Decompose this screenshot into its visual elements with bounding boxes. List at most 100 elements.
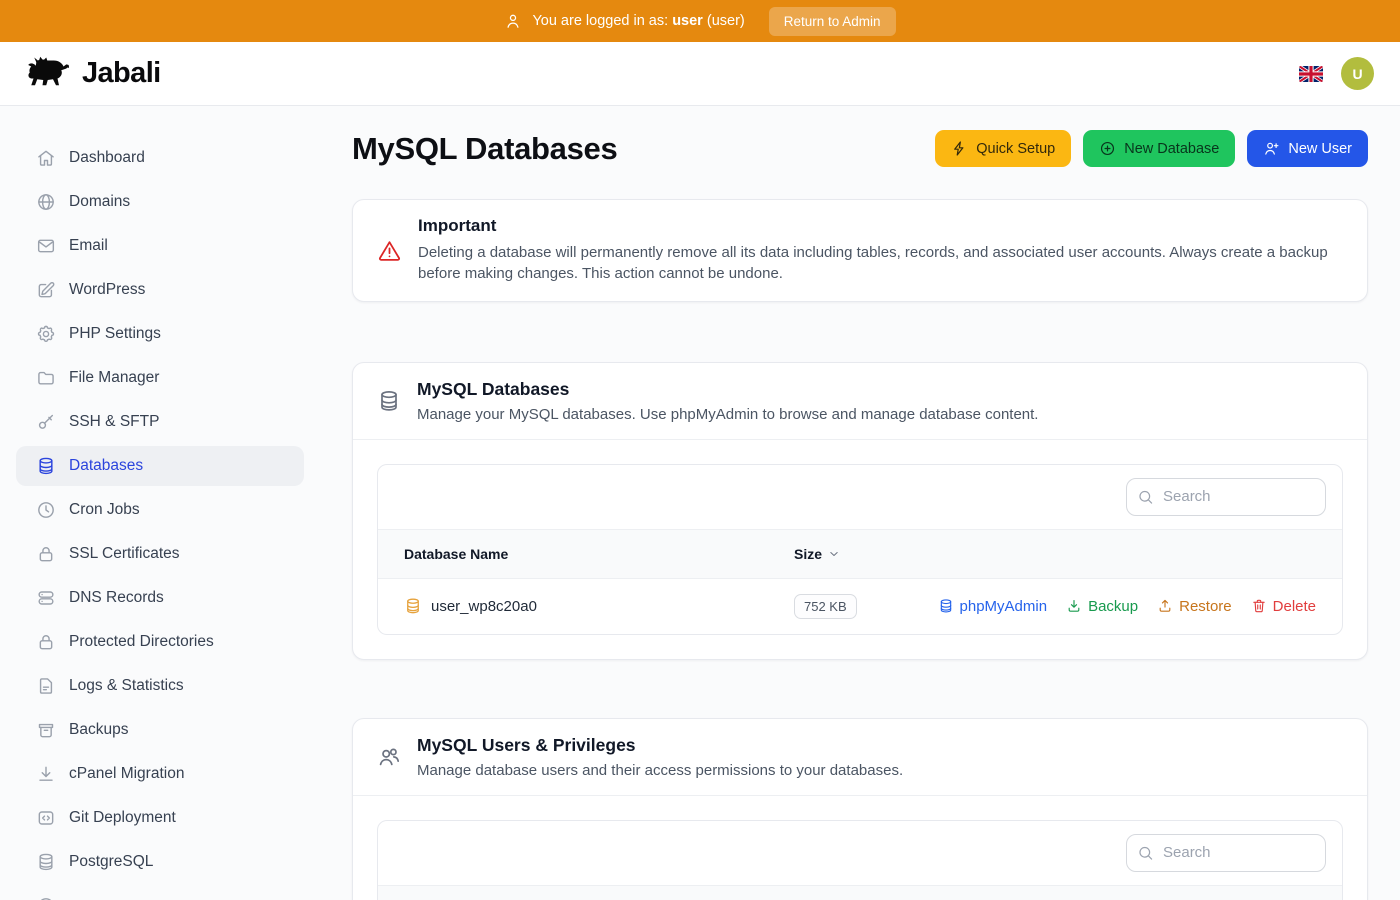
- person-icon: [504, 12, 522, 30]
- user-avatar[interactable]: U: [1341, 57, 1374, 90]
- users-search-input[interactable]: [1126, 834, 1326, 872]
- search-icon: [1137, 488, 1154, 505]
- database-table-row: user_wp8c20a0 752 KB phpMyAdmin Backup Resto…: [378, 579, 1342, 634]
- database-section-icon: [377, 389, 401, 413]
- database-icon: [36, 852, 56, 872]
- sidebar-item-databases[interactable]: Databases: [16, 446, 304, 486]
- gear-icon: [36, 324, 56, 344]
- chevron-down-icon: [827, 547, 841, 561]
- sidebar-item-ssl-certificates[interactable]: SSL Certificates: [16, 534, 304, 574]
- databases-section-title: MySQL Databases: [417, 379, 1038, 400]
- column-size[interactable]: Size: [794, 546, 841, 562]
- sidebar-item-postgresql[interactable]: PostgreSQL: [16, 842, 304, 882]
- sidebar-item-label: PostgreSQL: [69, 853, 153, 871]
- sidebar-item-label: cPanel Migration: [69, 765, 184, 783]
- users-section-card: MySQL Users & Privileges Manage database…: [352, 718, 1368, 900]
- warning-body: Deleting a database will permanently rem…: [418, 242, 1343, 285]
- code-icon: [36, 808, 56, 828]
- pencil-square-icon: [36, 280, 56, 300]
- sidebar-item-label: Domains: [69, 193, 130, 211]
- sidebar-item-label: DNS Records: [69, 589, 164, 607]
- database-name-cell: user_wp8c20a0: [378, 597, 794, 615]
- sidebar-item-logs-statistics[interactable]: Logs & Statistics: [16, 666, 304, 706]
- users-table-header: User Database Privileges: [378, 885, 1342, 900]
- folder-icon: [36, 368, 56, 388]
- new-database-button[interactable]: New Database: [1083, 130, 1235, 167]
- clock-icon: [36, 500, 56, 520]
- language-flag-icon[interactable]: [1299, 66, 1323, 82]
- sidebar-nav: Dashboard Domains Email WordPress PHP Settin…: [0, 106, 320, 900]
- page-title: MySQL Databases: [352, 131, 617, 167]
- sidebar-item-file-manager[interactable]: File Manager: [16, 358, 304, 398]
- sidebar-item-email[interactable]: Email: [16, 226, 304, 266]
- sidebar-item-dns-records[interactable]: DNS Records: [16, 578, 304, 618]
- databases-section-card: MySQL Databases Manage your MySQL databa…: [352, 362, 1368, 660]
- delete-action-link[interactable]: Delete: [1251, 598, 1316, 615]
- sidebar-item-label: PHP Settings: [69, 325, 161, 343]
- sidebar-item-php-settings[interactable]: PHP Settings: [16, 314, 304, 354]
- row-actions: phpMyAdmin Backup Restore Delete: [938, 598, 1316, 615]
- quick-setup-button[interactable]: Quick Setup: [935, 130, 1071, 167]
- users-section-subtitle: Manage database users and their access p…: [417, 762, 903, 779]
- warning-title: Important: [418, 216, 1343, 236]
- databases-table-header: Database Name Size: [378, 529, 1342, 579]
- sidebar-item-wordpress[interactable]: WordPress: [16, 270, 304, 310]
- mail-icon: [36, 236, 56, 256]
- database-icon: [404, 597, 422, 615]
- sidebar-item-git-deployment[interactable]: Git Deployment: [16, 798, 304, 838]
- user-plus-icon: [1263, 140, 1280, 157]
- sidebar-item-label: Git Deployment: [69, 809, 176, 827]
- sidebar-item-label: SSL Certificates: [69, 545, 180, 563]
- databases-table-body: user_wp8c20a0 752 KB phpMyAdmin Backup Resto…: [378, 579, 1342, 634]
- sidebar-item-domains[interactable]: Domains: [16, 182, 304, 222]
- lock-icon: [36, 632, 56, 652]
- server-icon: [36, 588, 56, 608]
- users-section-title: MySQL Users & Privileges: [417, 735, 903, 756]
- sidebar-item-label: Email: [69, 237, 108, 255]
- phpmyadmin-action-link[interactable]: phpMyAdmin: [938, 598, 1048, 615]
- upload-icon: [1157, 598, 1173, 614]
- sidebar-item-label: File Manager: [69, 369, 159, 387]
- lock-icon: [36, 544, 56, 564]
- lightning-icon: [951, 140, 968, 157]
- return-to-admin-button[interactable]: Return to Admin: [769, 7, 896, 36]
- document-icon: [36, 676, 56, 696]
- sidebar-item-item[interactable]: [16, 886, 304, 900]
- sidebar-item-cpanel-migration[interactable]: cPanel Migration: [16, 754, 304, 794]
- users-table-card: User Database Privileges: [377, 820, 1343, 900]
- sidebar-item-label: Logs & Statistics: [69, 677, 184, 695]
- sidebar-item-label: Databases: [69, 457, 143, 475]
- sidebar-item-label: WordPress: [69, 281, 145, 299]
- column-database-name: Database Name: [378, 546, 794, 562]
- key-icon: [36, 412, 56, 432]
- archive-icon: [36, 720, 56, 740]
- sidebar-item-backups[interactable]: Backups: [16, 710, 304, 750]
- sidebar-item-cron-jobs[interactable]: Cron Jobs: [16, 490, 304, 530]
- search-icon: [1137, 844, 1154, 861]
- sidebar-item-label: Backups: [69, 721, 128, 739]
- main-content: MySQL Databases Quick Setup New Database…: [320, 106, 1400, 900]
- brand-logo[interactable]: Jabali: [26, 55, 161, 93]
- size-badge: 752 KB: [794, 594, 857, 619]
- restore-action-link[interactable]: Restore: [1157, 598, 1232, 615]
- sidebar-item-dashboard[interactable]: Dashboard: [16, 138, 304, 178]
- users-section-icon: [377, 745, 401, 769]
- warning-triangle-icon: [377, 238, 402, 263]
- database-icon: [938, 598, 954, 614]
- sidebar-item-protected-directories[interactable]: Protected Directories: [16, 622, 304, 662]
- impersonation-message: You are logged in as: user (user): [532, 13, 744, 29]
- database-name: user_wp8c20a0: [431, 598, 537, 615]
- page-actions: Quick Setup New Database New User: [935, 130, 1368, 167]
- sidebar-item-label: Dashboard: [69, 149, 145, 167]
- circle-icon: [36, 896, 56, 900]
- impersonation-topbar: You are logged in as: user (user) Return…: [0, 0, 1400, 42]
- database-icon: [36, 456, 56, 476]
- databases-search-input[interactable]: [1126, 478, 1326, 516]
- app-header: Jabali U: [0, 42, 1400, 106]
- sidebar-item-label: SSH & SFTP: [69, 413, 159, 431]
- warning-card: Important Deleting a database will perma…: [352, 199, 1368, 302]
- sidebar-item-ssh-sftp[interactable]: SSH & SFTP: [16, 402, 304, 442]
- new-user-button[interactable]: New User: [1247, 130, 1368, 167]
- globe-icon: [36, 192, 56, 212]
- backup-action-link[interactable]: Backup: [1066, 598, 1138, 615]
